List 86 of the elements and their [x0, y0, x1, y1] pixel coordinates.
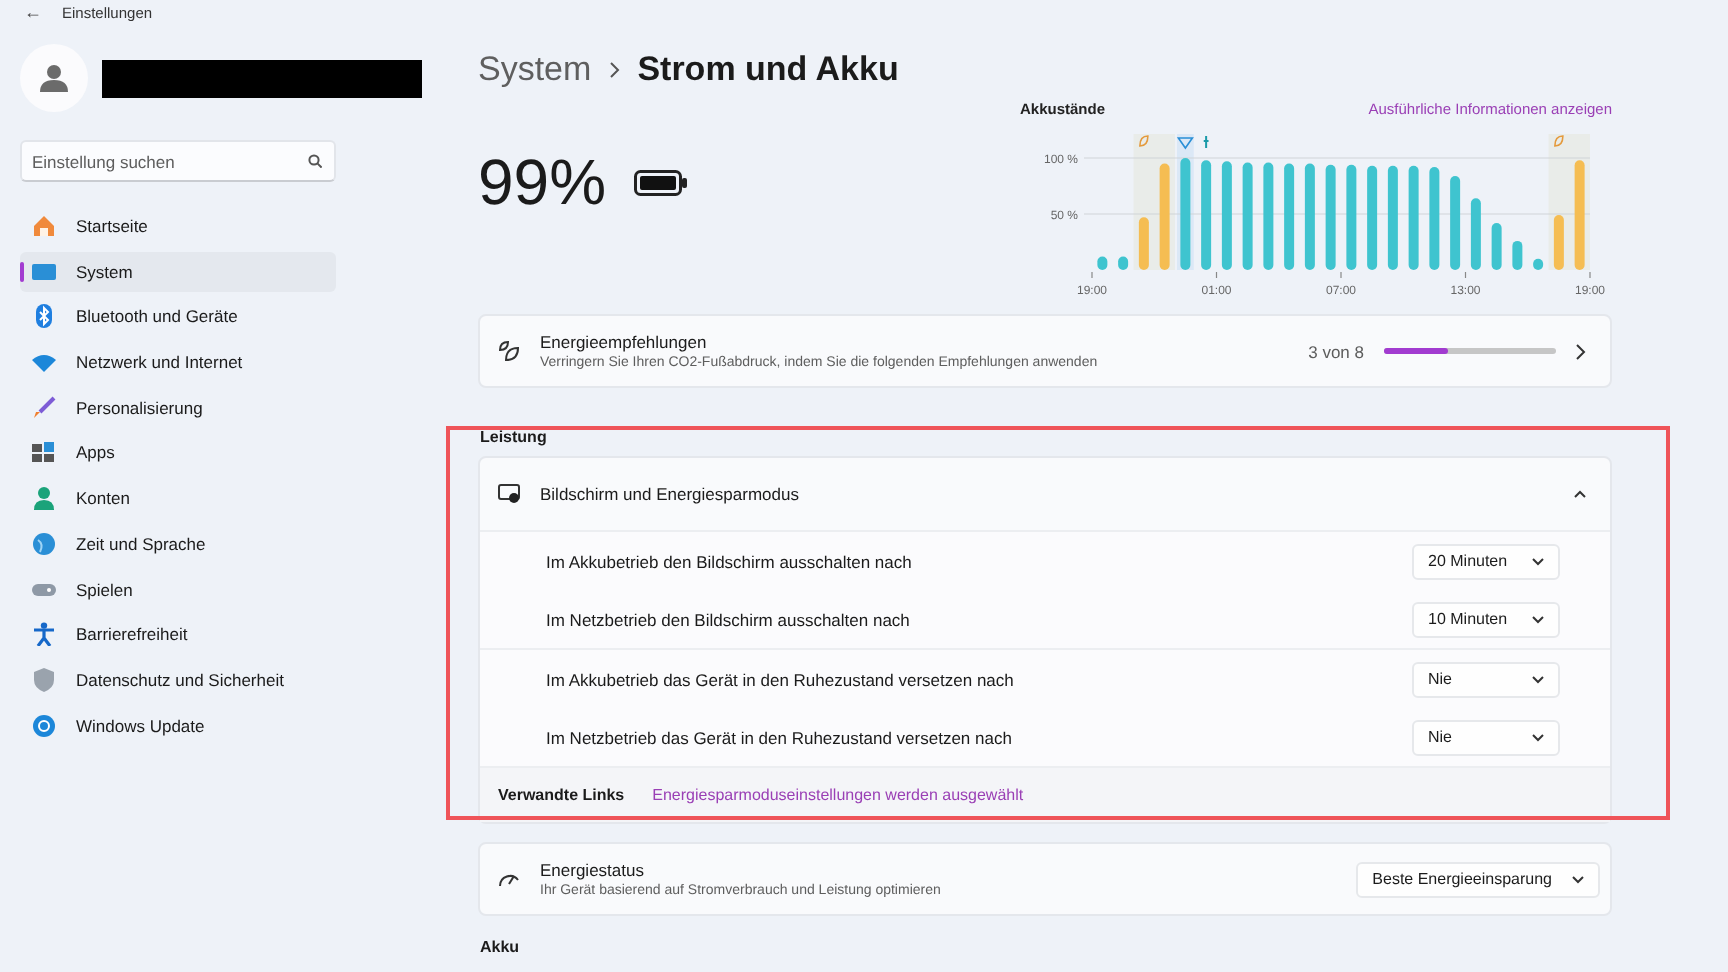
- person-icon: [32, 486, 56, 511]
- chevron-down-icon: [1532, 615, 1544, 623]
- chart-bar: [1201, 160, 1212, 270]
- chart-bar: [1408, 165, 1419, 270]
- dropdown[interactable]: 10 Minuten: [1412, 601, 1560, 637]
- chart-bar: [1180, 158, 1191, 270]
- globe-icon: [32, 531, 56, 556]
- chevron-up-icon: [1574, 490, 1586, 498]
- nav-item[interactable]: Windows Update: [20, 705, 336, 746]
- dropdown[interactable]: Nie: [1412, 661, 1560, 697]
- chevron-right-icon: [609, 62, 620, 78]
- setting-label: Im Netzbetrieb den Bildschirm ausschalten nach: [546, 609, 912, 629]
- chart-bar: [1574, 160, 1585, 270]
- chart-bar: [1304, 163, 1315, 270]
- nav-item[interactable]: Barrierefreiheit: [20, 614, 336, 655]
- section-heading: Akku: [480, 938, 522, 956]
- chart-bar: [1429, 166, 1440, 270]
- chart-bar: [1533, 258, 1544, 270]
- brush-icon: [32, 395, 56, 420]
- setting-label: Im Netzbetrieb das Gerät in den Ruhezustand versetzen nach: [546, 727, 1014, 747]
- breadcrumb-link[interactable]: System: [478, 50, 592, 90]
- nav-item[interactable]: Startseite: [20, 206, 336, 246]
- expander-title: Bildschirm und Energiesparmodus: [540, 484, 801, 504]
- card-title: Energieempfehlungen: [540, 332, 709, 352]
- chart-bar: [1284, 163, 1295, 270]
- nav-item[interactable]: Netzwerk und Internet: [20, 342, 336, 383]
- chart-bar: [1221, 161, 1232, 270]
- nav-item[interactable]: Apps: [20, 432, 336, 473]
- chart-bar: [1325, 164, 1336, 270]
- chart-bar: [1470, 198, 1481, 270]
- update-icon: [32, 713, 56, 738]
- dropdown[interactable]: Nie: [1412, 719, 1560, 755]
- back-button[interactable]: ←: [24, 3, 42, 21]
- nav-item[interactable]: Konten: [20, 478, 336, 519]
- chart-bar: [1387, 165, 1398, 270]
- leaf-icon: [1554, 135, 1564, 147]
- chart-bar: [1491, 222, 1502, 270]
- dropdown[interactable]: Beste Energieeinsparung: [1356, 861, 1600, 897]
- dropdown[interactable]: 20 Minuten: [1412, 543, 1560, 579]
- nav-item[interactable]: System: [20, 251, 336, 292]
- page-title: Strom und Akku: [637, 50, 899, 90]
- related-links-label: Verwandte Links: [498, 786, 625, 804]
- search-icon: [308, 154, 322, 168]
- nav-item[interactable]: Datenschutz und Sicherheit: [20, 659, 336, 700]
- chart-bar: [1450, 175, 1461, 270]
- nav-item[interactable]: Zeit und Sprache: [20, 523, 336, 564]
- chevron-right-icon: [1576, 343, 1586, 359]
- chart-bar: [1346, 164, 1357, 270]
- nav-item[interactable]: Personalisierung: [20, 387, 336, 428]
- expander-header[interactable]: Bildschirm und Energiesparmodus: [480, 458, 1610, 530]
- chart-bar: [1159, 163, 1170, 270]
- leaf-icon: [1139, 135, 1149, 147]
- chart-bar: [1138, 217, 1149, 270]
- chart-bar: [1512, 240, 1523, 270]
- chevron-down-icon: [1532, 675, 1544, 683]
- search-field[interactable]: Einstellung suchen: [20, 140, 336, 182]
- gauge-icon: [498, 870, 520, 888]
- related-link[interactable]: Energiesparmoduseinstellungen werden ausgewählt: [652, 786, 1024, 804]
- nav-item[interactable]: Spielen: [20, 569, 336, 609]
- display-moon-icon: [498, 484, 520, 504]
- chart-bar: [1553, 215, 1564, 270]
- battery-percentage: 99%: [478, 145, 607, 219]
- chart-bar: [1263, 162, 1274, 270]
- chart-bar: [1118, 256, 1129, 270]
- card-title: Energiestatus: [540, 860, 646, 880]
- chevron-down-icon: [1572, 875, 1584, 883]
- chevron-down-icon: [1532, 733, 1544, 741]
- leaf-icon: [498, 340, 520, 362]
- section-heading: Leistung: [480, 428, 549, 446]
- chart-bar: [1097, 256, 1108, 270]
- apps-icon: [32, 440, 56, 465]
- shield-icon: [32, 667, 56, 692]
- wifi-icon: [32, 350, 56, 375]
- chart-bar: [1242, 162, 1253, 270]
- bluetooth-icon: [32, 304, 56, 329]
- accessibility-icon: [32, 622, 56, 647]
- home-icon: [32, 214, 56, 238]
- setting-label: Im Akkubetrieb das Gerät in den Ruhezustand versetzen nach: [546, 669, 1016, 689]
- recommendation-count: 3 von 8: [1308, 341, 1364, 361]
- monitor-icon: [32, 259, 56, 284]
- setting-label: Im Akkubetrieb den Bildschirm ausschalten nach: [546, 551, 914, 571]
- person-silhouette-icon: [40, 64, 68, 92]
- chart-bar: [1367, 165, 1378, 270]
- chevron-down-icon: [1532, 557, 1544, 565]
- nav-item[interactable]: Bluetooth und Geräte: [20, 296, 336, 337]
- battery-icon: [634, 169, 689, 195]
